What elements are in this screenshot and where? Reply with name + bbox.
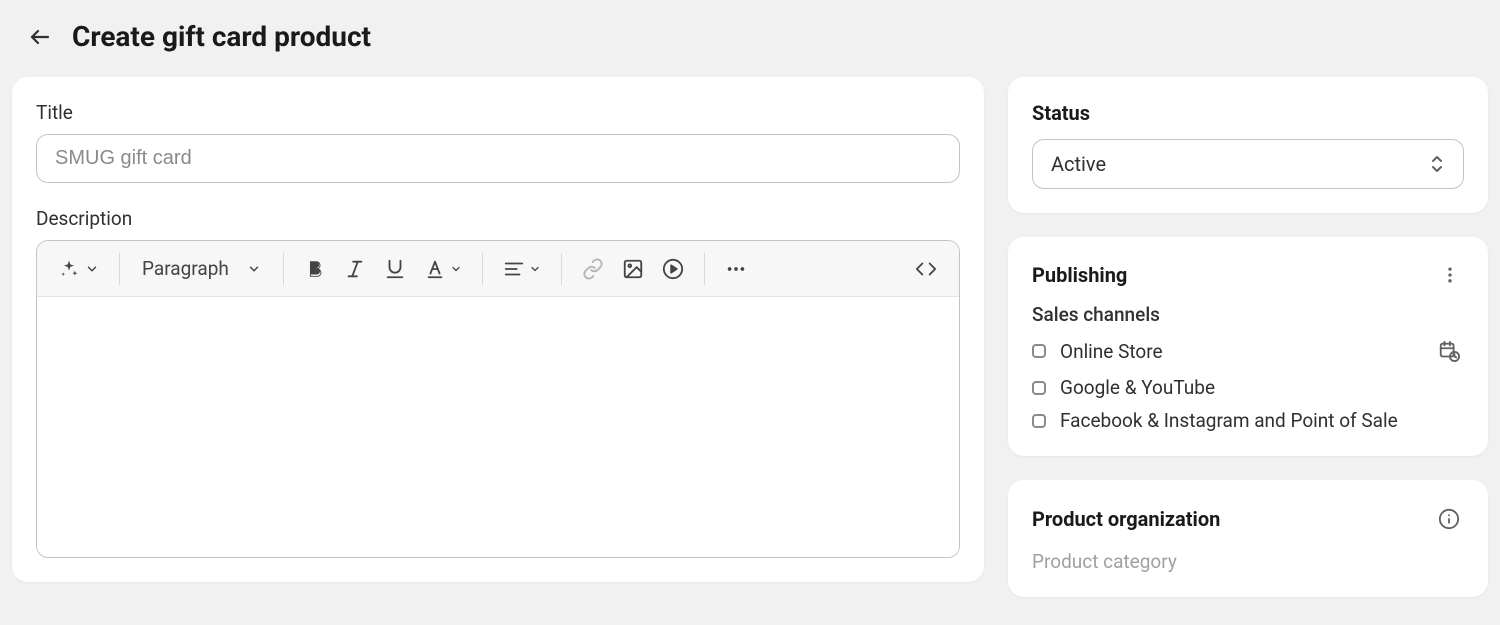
code-icon <box>915 258 937 280</box>
channel-item: Online Store <box>1032 340 1163 363</box>
editor-toolbar: Paragraph <box>37 241 959 297</box>
toolbar-separator <box>482 253 483 285</box>
title-field-group: Title <box>36 101 960 183</box>
image-button[interactable] <box>614 251 652 287</box>
sidebar-column: Status Active Publishing Sales channels <box>1008 77 1488 597</box>
align-left-icon <box>503 258 525 280</box>
link-icon <box>582 258 604 280</box>
text-color-button[interactable] <box>416 251 470 287</box>
chevron-down-icon <box>247 262 261 276</box>
channel-row-online-store: Online Store <box>1032 336 1464 366</box>
italic-button[interactable] <box>336 251 374 287</box>
product-category-label: Product category <box>1032 550 1464 573</box>
chevron-down-icon <box>85 262 99 276</box>
sales-channel-list: Online Store Google & YouTube Facebook &… <box>1032 336 1464 432</box>
channel-row-facebook-instagram-pos: Facebook & Instagram and Point of Sale <box>1032 409 1464 432</box>
organization-header: Product organization <box>1032 504 1464 534</box>
status-value: Active <box>1051 152 1106 176</box>
arrow-left-icon <box>28 25 52 49</box>
status-select[interactable]: Active <box>1032 139 1464 189</box>
organization-heading: Product organization <box>1032 507 1220 531</box>
channel-label: Online Store <box>1060 340 1163 363</box>
sparkle-icon <box>59 259 79 279</box>
schedule-button[interactable] <box>1434 336 1464 366</box>
text-format-group <box>296 251 470 287</box>
bullet-icon <box>1032 381 1046 395</box>
product-organization-card: Product organization Product category <box>1008 480 1488 597</box>
toolbar-separator <box>561 253 562 285</box>
title-label: Title <box>36 101 960 124</box>
main-column: Title Description Paragraph <box>12 77 984 597</box>
content-layout: Title Description Paragraph <box>0 77 1500 597</box>
status-card: Status Active <box>1008 77 1488 213</box>
code-view-button[interactable] <box>907 251 945 287</box>
publishing-card: Publishing Sales channels Online Store <box>1008 237 1488 456</box>
rich-text-editor: Paragraph <box>36 240 960 558</box>
organization-info-button[interactable] <box>1434 504 1464 534</box>
channel-row-google-youtube: Google & YouTube <box>1032 376 1464 399</box>
page-title: Create gift card product <box>72 20 371 53</box>
video-button[interactable] <box>654 251 692 287</box>
toolbar-separator <box>119 253 120 285</box>
paragraph-style-label: Paragraph <box>142 257 229 280</box>
paragraph-style-select[interactable]: Paragraph <box>132 251 271 286</box>
calendar-clock-icon <box>1438 340 1460 362</box>
status-heading: Status <box>1032 101 1464 125</box>
toolbar-separator <box>283 253 284 285</box>
sales-channels-label: Sales channels <box>1032 303 1464 326</box>
bold-button[interactable] <box>296 251 334 287</box>
description-field-group: Description Paragraph <box>36 207 960 558</box>
title-input[interactable] <box>36 134 960 183</box>
info-icon <box>1438 508 1460 530</box>
publishing-heading: Publishing <box>1032 263 1127 287</box>
image-icon <box>622 258 644 280</box>
product-details-card: Title Description Paragraph <box>12 77 984 582</box>
italic-icon <box>344 258 366 280</box>
play-circle-icon <box>662 258 684 280</box>
bullet-icon <box>1032 414 1046 428</box>
text-color-icon <box>424 258 446 280</box>
underline-icon <box>384 258 406 280</box>
page-header: Create gift card product <box>0 0 1500 77</box>
select-arrows-icon <box>1429 154 1445 174</box>
link-button[interactable] <box>574 251 612 287</box>
status-select-wrap: Active <box>1032 139 1464 189</box>
align-button[interactable] <box>495 251 549 287</box>
ai-generate-button[interactable] <box>51 251 107 287</box>
publishing-menu-button[interactable] <box>1436 261 1464 289</box>
chevron-down-icon <box>529 263 541 275</box>
publishing-header: Publishing <box>1032 261 1464 289</box>
toolbar-separator <box>704 253 705 285</box>
description-editor-body[interactable] <box>37 297 959 557</box>
back-button[interactable] <box>24 21 56 53</box>
more-button[interactable] <box>717 251 755 287</box>
description-label: Description <box>36 207 960 230</box>
channel-label: Google & YouTube <box>1060 376 1215 399</box>
dots-vertical-icon <box>1440 265 1460 285</box>
bold-icon <box>304 258 326 280</box>
dots-horizontal-icon <box>725 258 747 280</box>
chevron-down-icon <box>450 263 462 275</box>
channel-label: Facebook & Instagram and Point of Sale <box>1060 409 1398 432</box>
bullet-icon <box>1032 344 1046 358</box>
underline-button[interactable] <box>376 251 414 287</box>
